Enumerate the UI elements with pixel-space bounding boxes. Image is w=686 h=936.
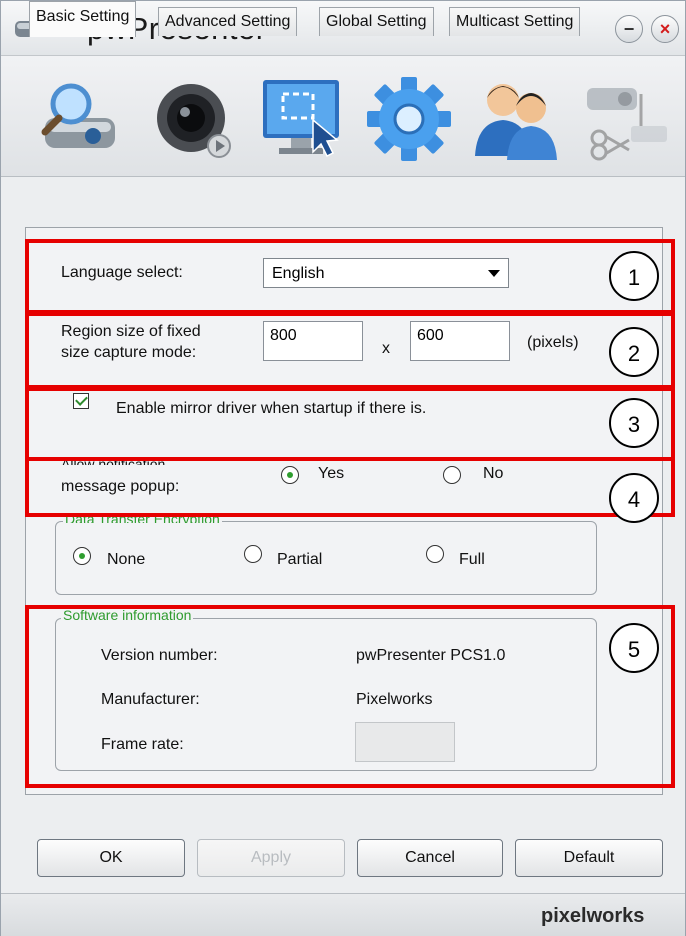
annotation-number-2: 2 <box>609 327 659 377</box>
highlight-box-3 <box>25 387 675 461</box>
default-button[interactable]: Default <box>515 839 663 877</box>
screen-capture-region-icon <box>263 80 339 158</box>
highlight-box-1 <box>25 239 675 314</box>
encryption-partial-label: Partial <box>277 551 323 568</box>
annotation-number-1: 1 <box>609 251 659 301</box>
users-icon <box>475 84 557 160</box>
minimize-button[interactable]: − <box>615 15 643 43</box>
encryption-none-label: None <box>107 551 146 568</box>
encryption-partial-radio[interactable] <box>244 545 262 563</box>
tab-basic-setting[interactable]: Basic Setting <box>29 1 137 37</box>
app-window: pwPresenter − × <box>0 0 686 936</box>
tool-camera-button[interactable] <box>145 74 241 164</box>
highlight-box-4 <box>25 457 675 517</box>
tab-advanced-setting[interactable]: Advanced Setting <box>158 7 298 36</box>
encryption-full-label: Full <box>459 551 485 568</box>
pixelworks-logo: pixelworks <box>541 905 645 927</box>
encryption-none-radio[interactable] <box>73 547 91 565</box>
tool-settings-button[interactable] <box>361 74 457 164</box>
tool-projector-button[interactable] <box>579 74 675 164</box>
settings-gear-icon <box>367 77 451 161</box>
highlight-box-2 <box>25 312 675 389</box>
tab-multicast-setting[interactable]: Multicast Setting <box>449 7 581 36</box>
highlight-box-5 <box>25 605 675 788</box>
camera-lens-icon <box>157 84 231 158</box>
annotation-number-3: 3 <box>609 398 659 448</box>
tool-capture-button[interactable] <box>257 74 353 164</box>
close-button[interactable]: × <box>651 15 679 43</box>
annotation-number-5: 5 <box>609 623 659 673</box>
cancel-button[interactable]: Cancel <box>357 839 503 877</box>
tab-global-setting[interactable]: Global Setting <box>319 7 434 36</box>
toolbar <box>1 56 685 177</box>
annotation-number-4: 4 <box>609 473 659 523</box>
apply-button[interactable]: Apply <box>197 839 345 877</box>
ok-button[interactable]: OK <box>37 839 185 877</box>
search-projector-icon <box>41 83 115 148</box>
tool-users-button[interactable] <box>469 74 565 164</box>
encryption-full-radio[interactable] <box>426 545 444 563</box>
tool-search-button[interactable] <box>35 74 131 164</box>
projector-tools-icon <box>587 88 667 161</box>
